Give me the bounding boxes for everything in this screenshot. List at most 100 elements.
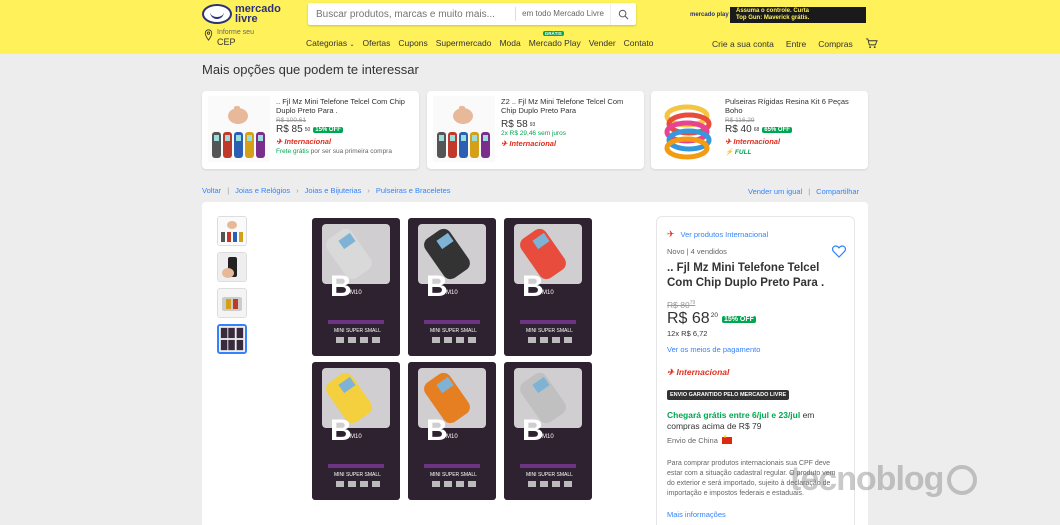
card-title: Z2 .. Fjl Mz Mini Telefone Telcel Com Ch… [501, 97, 624, 115]
thumbnail-image [218, 253, 246, 281]
phone-package: B M10 MINI SUPER SMALL [408, 218, 496, 356]
full-badge: ⚡ FULL [725, 149, 752, 156]
guaranteed-shipping-badge: ENVIO GARANTIDO PELO MERCADO LIVRE [667, 390, 790, 400]
discount-badge: 15% OFF [721, 315, 756, 323]
login-link[interactable]: Entre [786, 39, 806, 49]
svg-text:M10: M10 [350, 434, 362, 440]
share-link[interactable]: Compartilhar [816, 187, 859, 196]
phone-package: B M10 MINI SUPER SMALL [312, 362, 400, 500]
watermark-logo-icon [947, 464, 978, 495]
old-price: R$ 8079 [667, 300, 696, 310]
favorite-heart-icon[interactable] [832, 245, 846, 258]
international-products-link[interactable]: ✈ Ver produtos Internacional [667, 229, 768, 240]
banner-brand: mercado play [686, 7, 730, 23]
logo[interactable]: mercado livre [202, 4, 281, 25]
header: mercado livre em todo Mercado Livre merc… [0, 0, 1060, 54]
svg-text:B: B [330, 270, 352, 303]
gallery-thumbnail[interactable] [217, 252, 247, 282]
free-badge: GRÁTIS [542, 31, 564, 36]
chevron-right-icon: › [367, 186, 370, 195]
nav-contato[interactable]: Contato [624, 38, 654, 48]
shipping-estimate: Chegará grátis entre 6/jul e 23/jul em c… [667, 410, 815, 431]
suggestion-card[interactable]: .. Fjl Mz Mini Telefone Telcel Com Chip … [202, 91, 419, 169]
promo-banner[interactable]: mercado play Assuma o controle. Curta To… [686, 7, 866, 23]
back-link[interactable]: Voltar [202, 186, 221, 195]
breadcrumb-item[interactable]: Joias e Bijuterias [305, 186, 362, 195]
nav-vender[interactable]: Vender [589, 38, 616, 48]
svg-text:B: B [522, 270, 544, 303]
card-price: R$ 40 68 65% OFF [725, 124, 792, 135]
nav-supermercado[interactable]: Supermercado [436, 38, 492, 48]
search-input[interactable] [308, 3, 516, 25]
gallery-thumbnail[interactable] [217, 288, 247, 318]
card-old-price: R$ 116,29 [725, 117, 755, 124]
purchases-link[interactable]: Compras [818, 39, 852, 49]
breadcrumb-actions: Vender um igual | Compartilhar [748, 187, 860, 196]
banner-text-2: Top Gun: Maverick grátis. [736, 15, 810, 21]
suggestion-card[interactable]: Z2 .. Fjl Mz Mini Telefone Telcel Com Ch… [427, 91, 644, 169]
product-panel: B M10 MINI SUPER SMALL B M10 MINI SUPER … [202, 202, 868, 525]
current-price: R$ 68 20 15% OFF [667, 310, 756, 327]
phone-package: B M10 MINI SUPER SMALL [408, 362, 496, 500]
phone-package: B M10 MINI SUPER SMALL [504, 218, 592, 356]
international-badge: ✈ Internacional [667, 367, 730, 377]
suggestion-card[interactable]: Pulseiras Rígidas Resina Kit 6 Peças Boh… [651, 91, 868, 169]
location-value: CEP [217, 37, 236, 47]
plane-icon: ✈ [667, 229, 675, 239]
svg-text:B: B [522, 414, 544, 447]
search-button[interactable] [610, 3, 636, 25]
suggestions-title: Mais opções que podem te interessar [202, 62, 419, 77]
breadcrumb-item[interactable]: Pulseiras e Braceletes [376, 186, 451, 195]
breadcrumb: Voltar | Joias e Relógios › Joias e Biju… [202, 186, 451, 195]
create-account-link[interactable]: Crie a sua conta [712, 39, 774, 49]
card-price: R$ 58 93 [501, 119, 536, 130]
more-info-link[interactable]: Mais informações [667, 510, 726, 519]
nav-mercado-play[interactable]: GRÁTIS Mercado Play [529, 31, 581, 48]
svg-text:M10: M10 [446, 290, 458, 296]
svg-text:B: B [330, 414, 352, 447]
discount-badge: 65% OFF [762, 126, 792, 133]
gallery-thumbnail[interactable] [217, 324, 247, 354]
watermark: tecnoblog [790, 460, 978, 499]
location-pin-icon [204, 29, 213, 41]
nav-cupons[interactable]: Cupons [398, 38, 427, 48]
card-price: R$ 85 50 15% OFF [276, 124, 343, 135]
search-scope[interactable]: em todo Mercado Livre [515, 7, 610, 21]
nav-moda[interactable]: Moda [499, 38, 520, 48]
sell-similar-link[interactable]: Vender um igual [748, 187, 802, 196]
installments: 12x R$ 6,72 [667, 329, 708, 338]
discount-badge: 15% OFF [313, 126, 343, 133]
svg-text:MINI SUPER SMALL: MINI SUPER SMALL [334, 328, 381, 334]
breadcrumb-item[interactable]: Joias e Relógios [235, 186, 290, 195]
location-selector[interactable]: Informe seu CEP [204, 29, 254, 47]
svg-text:M10: M10 [350, 290, 362, 296]
product-thumbnail [433, 96, 495, 162]
product-thumbnail [208, 96, 270, 162]
main-product-image[interactable]: B M10 MINI SUPER SMALL B M10 MINI SUPER … [310, 216, 596, 502]
ship-from: Envio de China [667, 434, 732, 445]
shipping-info: Frete grátis por ser sua primeira compra [276, 148, 392, 155]
svg-text:MINI SUPER SMALL: MINI SUPER SMALL [430, 472, 477, 478]
svg-text:B: B [426, 414, 448, 447]
svg-text:MINI SUPER SMALL: MINI SUPER SMALL [334, 472, 381, 478]
china-flag-icon [721, 434, 732, 444]
account-nav: Crie a sua conta Entre Compras [712, 38, 878, 49]
nav-ofertas[interactable]: Ofertas [363, 38, 391, 48]
watermark-text: tecnoblog [790, 460, 944, 498]
card-title: .. Fjl Mz Mini Telefone Telcel Com Chip … [276, 97, 405, 115]
cart-icon[interactable] [865, 38, 878, 49]
thumbnail-image [218, 217, 246, 245]
phone-package: B M10 MINI SUPER SMALL [312, 218, 400, 356]
search-bar: em todo Mercado Livre [308, 3, 636, 25]
card-title: Pulseiras Rígidas Resina Kit 6 Peças Boh… [725, 97, 849, 115]
svg-text:MINI SUPER SMALL: MINI SUPER SMALL [526, 472, 573, 478]
handshake-icon [202, 4, 232, 24]
payment-methods-link[interactable]: Ver os meios de pagamento [667, 345, 760, 354]
thumbnail-image [218, 289, 246, 317]
logo-line-2: livre [235, 13, 258, 25]
gallery-thumbnail[interactable] [217, 216, 247, 246]
international-badge: ✈ Internacional [501, 139, 557, 148]
nav-categorias[interactable]: Categorias ⌄ [306, 38, 355, 48]
chevron-down-icon: ⌄ [349, 42, 355, 48]
location-label: Informe seu [217, 29, 254, 36]
